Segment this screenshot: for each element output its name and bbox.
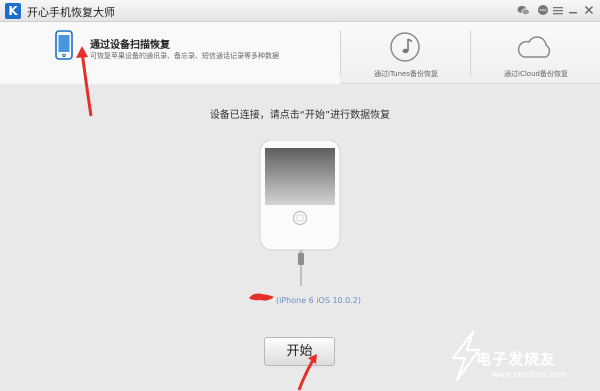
redaction-scribble	[249, 293, 274, 301]
tab-device-scan[interactable]: 通过设备扫描恢复 可恢复苹果设备的通讯录、备忘录、短信通话记录等多种数据	[0, 22, 340, 84]
tab-device-scan-subtitle: 可恢复苹果设备的通讯录、备忘录、短信通话记录等多种数据	[90, 52, 279, 60]
wechat-icon[interactable]	[516, 3, 530, 17]
tab-itunes-label: 通过iTunes备份恢复	[374, 70, 438, 78]
chat-icon[interactable]	[536, 3, 550, 17]
title-bar: K 开心手机恢复大师	[0, 0, 600, 22]
menu-icon[interactable]	[551, 3, 565, 17]
cloud-icon	[515, 36, 555, 64]
app-logo: K	[5, 3, 21, 19]
watermark-text: 电子发烧友	[476, 350, 557, 368]
watermark-url: www.elecfans.com	[492, 370, 567, 379]
minimize-icon[interactable]	[566, 3, 580, 17]
tab-device-scan-title: 通过设备扫描恢复	[90, 40, 170, 51]
iphone-device-icon	[259, 140, 341, 251]
music-note-icon	[389, 31, 421, 67]
tab-icloud-label: 通过iCloud备份恢复	[504, 70, 568, 78]
tab-itunes-backup[interactable]: 通过iTunes备份恢复	[341, 22, 471, 84]
phone-icon	[54, 30, 74, 64]
annotation-arrow-icon	[297, 354, 317, 391]
close-icon[interactable]	[582, 3, 596, 17]
app-title: 开心手机恢复大师	[27, 6, 115, 19]
tab-icloud-backup[interactable]: 通过iCloud备份恢复	[471, 22, 600, 84]
connection-prompt: 设备已连接，请点击“开始”进行数据恢复	[209, 110, 391, 121]
device-model-text: (iPhone 6 iOS 10.0.2)	[276, 296, 362, 305]
usb-cable-icon	[298, 250, 304, 286]
